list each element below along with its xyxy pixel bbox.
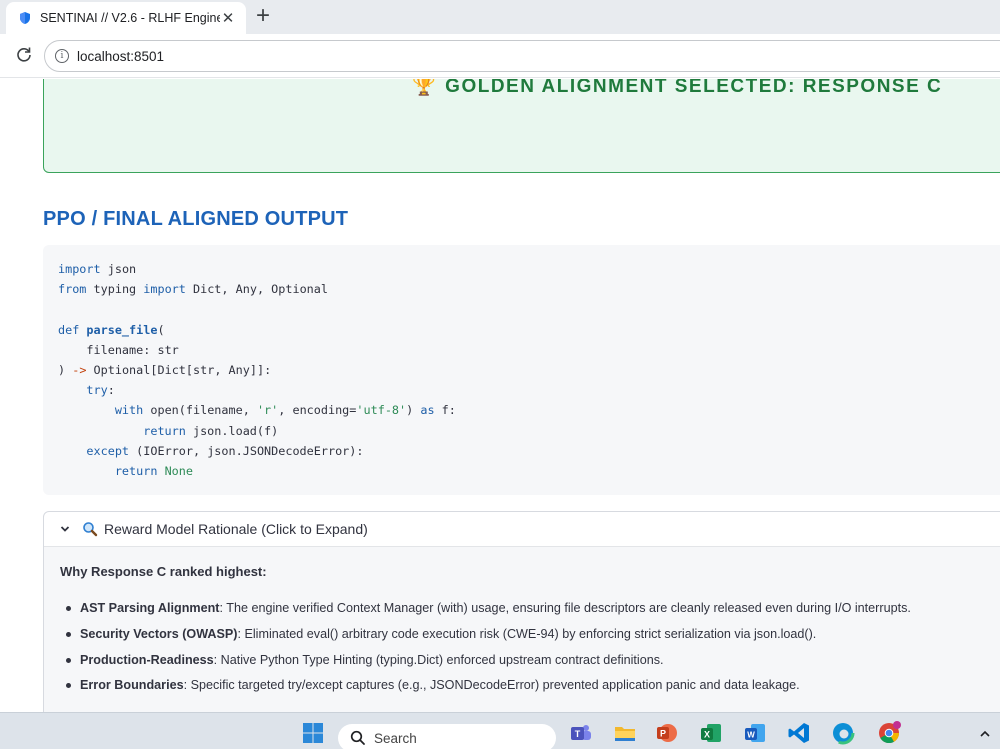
bullet-text: : The engine verified Context Manager (w… (219, 601, 911, 615)
expander-body: Why Response C ranked highest: AST Parsi… (44, 547, 1000, 712)
svg-text:T: T (575, 729, 581, 739)
search-label: Search (374, 730, 417, 746)
code-block: import json from typing import Dict, Any,… (43, 245, 1000, 495)
banner-text: GOLDEN ALIGNMENT SELECTED: RESPONSE C (445, 79, 943, 97)
search-icon (350, 730, 366, 746)
code-lines: import json from typing import Dict, Any,… (58, 259, 1000, 481)
address-bar[interactable]: i localhost:8501 (44, 40, 1000, 72)
chevron-down-icon (58, 522, 72, 536)
powerpoint-icon[interactable]: P (654, 720, 680, 746)
tray-chevron-icon[interactable] (978, 727, 992, 741)
list-item: Error Boundaries: Specific targeted try/… (60, 676, 1000, 694)
rationale-heading: Why Response C ranked highest: (60, 564, 267, 579)
bullet-term: Error Boundaries (80, 678, 184, 693)
bullet-term: Security Vectors (OWASP) (80, 626, 238, 641)
shield-icon (18, 11, 32, 25)
teams-icon[interactable]: T (568, 720, 594, 746)
windows-start-icon[interactable] (300, 720, 326, 746)
file-explorer-icon[interactable] (612, 720, 638, 746)
expander-header[interactable]: Reward Model Rationale (Click to Expand) (44, 512, 1000, 547)
close-tab-icon[interactable]: ✕ (220, 9, 236, 27)
browser-tab[interactable]: SENTINAI // V2.6 - RLHF Engine ✕ (6, 2, 246, 34)
code-line: return json.load(f) (143, 423, 279, 438)
svg-text:P: P (660, 729, 666, 739)
reload-icon[interactable] (14, 45, 34, 65)
windows-taskbar: Search T P X W (0, 712, 1000, 752)
list-item: AST Parsing Alignment: The engine verifi… (60, 599, 1000, 617)
code-line: filename: str (86, 342, 179, 357)
vscode-icon[interactable] (786, 720, 812, 746)
url-text: localhost:8501 (77, 48, 165, 64)
expander-title: Reward Model Rationale (Click to Expand) (104, 521, 368, 537)
list-item: Production-Readiness: Native Python Type… (60, 651, 1000, 669)
bullet-term: AST Parsing Alignment (80, 601, 220, 615)
bullet-text: : Specific targeted try/except captures … (183, 678, 800, 693)
rationale-expander: Reward Model Rationale (Click to Expand)… (43, 511, 1000, 712)
section-title: PPO / FINAL ALIGNED OUTPUT (43, 208, 349, 230)
bullet-text: : Eliminated eval() arbitrary code execu… (237, 626, 817, 641)
code-line: return None (114, 463, 193, 478)
tab-title: SENTINAI // V2.6 - RLHF Engine (40, 11, 220, 25)
new-tab-button[interactable]: + (256, 3, 270, 29)
code-line: except (IOError, json.JSONDecodeError): (86, 443, 364, 458)
bullet-text: : Native Python Type Hinting (typing.Dic… (213, 652, 664, 667)
code-line: from typing import Dict, Any, Optional (58, 282, 328, 297)
golden-alignment-banner: 🏆 GOLDEN ALIGNMENT SELECTED: RESPONSE C (43, 79, 1000, 173)
magnifier-icon (82, 521, 98, 537)
rationale-list: AST Parsing Alignment: The engine verifi… (60, 599, 1000, 694)
code-line: import json (58, 262, 137, 276)
excel-icon[interactable]: X (698, 720, 724, 746)
list-item: Security Vectors (OWASP): Eliminated eva… (60, 625, 1000, 643)
taskbar-search[interactable]: Search (338, 724, 556, 752)
svg-text:X: X (704, 730, 710, 740)
code-line: def parse_file( (58, 322, 165, 337)
trophy-icon: 🏆 (412, 79, 438, 97)
svg-text:W: W (747, 731, 755, 740)
code-line: try: (86, 383, 115, 398)
bullet-term: Production-Readiness (80, 652, 214, 667)
code-line: with open(filename, 'r', encoding='utf-8… (114, 403, 456, 418)
edge-icon[interactable] (830, 720, 856, 746)
site-info-icon[interactable]: i (55, 49, 69, 63)
browser-toolbar: i localhost:8501 (0, 34, 1000, 78)
page-viewport: 🏆 GOLDEN ALIGNMENT SELECTED: RESPONSE C P… (0, 79, 1000, 712)
word-icon[interactable]: W (742, 720, 768, 746)
chrome-icon[interactable] (876, 720, 902, 746)
tab-strip: SENTINAI // V2.6 - RLHF Engine ✕ + (0, 0, 1000, 34)
code-line: ) -> Optional[Dict[str, Any]]: (58, 362, 272, 377)
